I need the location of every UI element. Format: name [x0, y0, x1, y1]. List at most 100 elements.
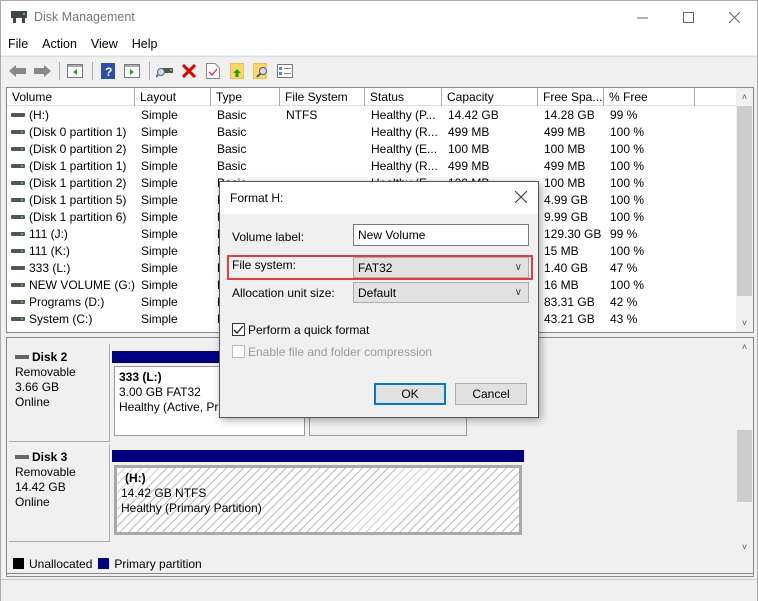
table-cell: 100 MB — [538, 175, 604, 192]
cell-text: Simple — [141, 227, 178, 241]
table-cell: NTFS — [280, 107, 365, 124]
menu-file[interactable]: File — [1, 33, 35, 55]
scroll-down-arrow-icon[interactable]: ˅ — [736, 314, 753, 331]
table-cell: Basic — [211, 141, 280, 158]
table-cell: 100 % — [604, 243, 695, 260]
volume-icon — [11, 316, 25, 321]
volume-list-header: Volume Layout Type File System Status Ca… — [7, 88, 737, 106]
cell-text: 100 % — [610, 244, 645, 258]
disk-2-info[interactable]: Disk 2 Removable 3.66 GB Online — [9, 344, 110, 442]
cell-text: Basic — [217, 108, 247, 122]
column-header-capacity[interactable]: Capacity — [442, 88, 538, 106]
minimize-button[interactable] — [619, 1, 665, 33]
legend: Unallocated Primary partition — [6, 554, 754, 574]
cell-text: NEW VOLUME (G:) — [29, 278, 135, 292]
table-cell: (Disk 0 partition 2) — [7, 141, 135, 158]
ok-button[interactable]: OK — [374, 383, 446, 405]
table-cell: 129.30 GB — [538, 226, 604, 243]
table-cell: 100 % — [604, 158, 695, 175]
table-cell: 499 MB — [442, 158, 538, 175]
show-hide-console-tree-icon — [67, 63, 83, 78]
minimize-icon — [636, 17, 648, 18]
disk-management-app-icon — [11, 11, 27, 23]
disk-name: Disk 3 — [32, 450, 68, 464]
table-cell: Simple — [135, 311, 211, 328]
scroll-up-arrow-icon[interactable]: ˄ — [736, 338, 753, 355]
maximize-button[interactable] — [665, 1, 711, 33]
scroll-down-arrow-icon[interactable]: ˅ — [736, 538, 753, 555]
table-cell: Basic — [211, 124, 280, 141]
table-cell: 99 % — [604, 107, 695, 124]
forward-button[interactable] — [31, 60, 53, 82]
table-row[interactable]: (Disk 0 partition 2) Simple Basic Healthy (… — [7, 141, 737, 158]
show-hide-action-pane-button[interactable] — [121, 60, 143, 82]
table-cell: Simple — [135, 226, 211, 243]
scrollbar-thumb[interactable] — [737, 430, 752, 502]
cancel-button[interactable]: Cancel — [455, 383, 527, 405]
menu-view[interactable]: View — [84, 33, 125, 55]
cell-text: Simple — [141, 125, 178, 139]
quick-format-label: Perform a quick format — [248, 323, 370, 337]
table-cell: (H:) — [7, 107, 135, 124]
quick-format-checkbox[interactable] — [232, 323, 245, 336]
disk-3-info[interactable]: Disk 3 Removable 14.42 GB Online — [9, 444, 110, 542]
menu-help[interactable]: Help — [125, 33, 165, 55]
table-cell: NEW VOLUME (G:) — [7, 277, 135, 294]
column-header-status[interactable]: Status — [365, 88, 442, 106]
file-system-select[interactable]: FAT32 ∨ — [353, 257, 529, 278]
scroll-up-arrow-icon[interactable]: ˄ — [736, 88, 753, 105]
cell-text: Healthy (R... — [371, 125, 438, 139]
delete-button[interactable] — [178, 60, 200, 82]
volume-icon — [11, 180, 25, 185]
checkmark-icon — [233, 325, 244, 334]
table-row[interactable]: (Disk 0 partition 1) Simple Basic Healthy (… — [7, 124, 737, 141]
close-button[interactable] — [711, 1, 757, 33]
checklist-button[interactable] — [274, 60, 296, 82]
cell-text: 100 % — [610, 193, 645, 207]
delete-icon — [182, 63, 196, 78]
cell-text: 100 % — [610, 176, 645, 190]
table-row[interactable]: (H:) Simple Basic NTFS Healthy (P... 14.42 GB… — [7, 107, 737, 124]
table-cell — [280, 141, 365, 158]
cell-text: 100 % — [610, 210, 645, 224]
table-cell — [280, 158, 365, 175]
menu-action[interactable]: Action — [35, 33, 84, 55]
table-cell: Healthy (P... — [365, 107, 442, 124]
search-button[interactable] — [250, 60, 272, 82]
volume-icon — [11, 265, 25, 270]
partition-h-selected[interactable]: (H:) 14.42 GB NTFS Healthy (Primary Part… — [114, 465, 522, 535]
column-header-free-space[interactable]: Free Spa... — [538, 88, 604, 106]
toolbar-separator — [59, 61, 60, 80]
cell-text: 43 % — [610, 312, 638, 326]
volume-label-input[interactable] — [353, 224, 529, 246]
cell-text: 43.21 GB — [544, 312, 595, 326]
dialog-close-button[interactable] — [510, 186, 532, 208]
column-header-percent-free[interactable]: % Free — [604, 88, 695, 106]
table-cell: 499 MB — [538, 158, 604, 175]
scrollbar-thumb[interactable] — [737, 106, 752, 296]
volume-list-scrollbar[interactable]: ˄ ˅ — [736, 88, 753, 332]
volume-icon — [11, 282, 25, 287]
import-button[interactable] — [226, 60, 248, 82]
table-row[interactable]: (Disk 1 partition 1) Simple Basic Healthy (… — [7, 158, 737, 175]
disk-graph-scrollbar[interactable]: ˄ ˅ — [736, 338, 753, 576]
cell-text: 14.28 GB — [544, 108, 595, 122]
table-cell: 100 % — [604, 124, 695, 141]
partition-status: Healthy (Active, Pri — [119, 400, 222, 414]
back-button[interactable] — [7, 60, 29, 82]
column-header-file-system[interactable]: File System — [280, 88, 365, 106]
cell-text: 100 MB — [448, 142, 490, 156]
column-header-type[interactable]: Type — [211, 88, 280, 106]
column-header-layout[interactable]: Layout — [135, 88, 211, 106]
help-button[interactable]: ? — [97, 60, 119, 82]
table-cell: 43 % — [604, 311, 695, 328]
compression-checkbox[interactable] — [232, 345, 245, 358]
cell-text: (Disk 1 partition 1) — [29, 159, 127, 173]
disk-state: Online — [15, 495, 50, 509]
allocation-unit-size-select[interactable]: Default ∨ — [353, 282, 529, 303]
cell-text: 99 % — [610, 227, 638, 241]
show-hide-console-tree-button[interactable] — [64, 60, 86, 82]
column-header-volume[interactable]: Volume — [7, 88, 135, 106]
connect-drive-button[interactable] — [154, 60, 176, 82]
properties-button[interactable] — [202, 60, 224, 82]
